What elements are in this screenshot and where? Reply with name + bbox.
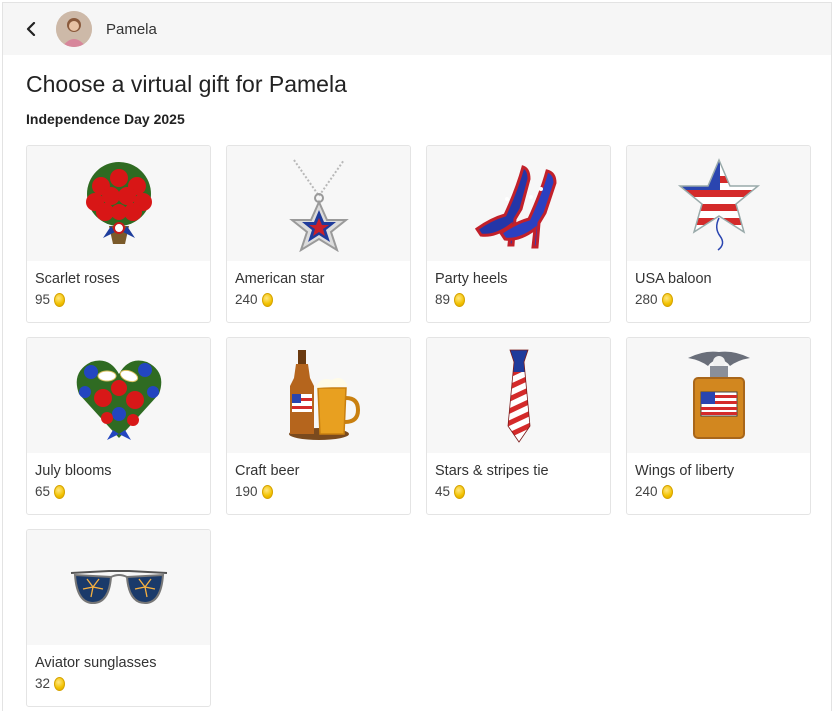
gift-price: 280 — [627, 287, 810, 307]
gift-card[interactable]: July blooms 65 — [26, 337, 211, 515]
gift-image — [427, 146, 610, 261]
gift-card[interactable]: Party heels 89 — [426, 145, 611, 323]
gift-name: Stars & stripes tie — [435, 463, 549, 479]
gift-card[interactable]: Wings of liberty 240 — [626, 337, 811, 515]
top-bar: Pamela — [3, 3, 831, 55]
price-value: 65 — [35, 484, 51, 499]
gift-price: 240 — [227, 287, 410, 307]
gift-price: 190 — [227, 479, 410, 499]
gift-image — [27, 146, 210, 261]
star-pendant-icon — [288, 158, 349, 252]
gift-price: 32 — [27, 671, 210, 691]
gift-price: 89 — [427, 287, 610, 307]
gift-grid: Scarlet roses 95 American star 240 Party… — [26, 145, 811, 707]
avatar[interactable] — [56, 11, 92, 47]
gift-name: Wings of liberty — [635, 463, 735, 479]
gift-name: Scarlet roses — [35, 271, 120, 287]
coin-icon — [54, 676, 66, 691]
gift-price: 65 — [27, 479, 210, 499]
coin-icon — [54, 484, 66, 499]
price-value: 32 — [35, 676, 51, 691]
price-value: 89 — [435, 292, 451, 307]
gift-price: 240 — [627, 479, 810, 499]
gift-image — [27, 338, 210, 453]
gift-price: 95 — [27, 287, 210, 307]
coin-icon — [261, 484, 273, 499]
sunglasses-icon — [70, 569, 167, 604]
gift-image — [427, 338, 610, 453]
gift-dialog: Pamela Choose a virtual gift for Pamela … — [2, 2, 832, 711]
gift-image — [27, 530, 210, 645]
gift-image — [627, 146, 810, 261]
coin-icon — [661, 484, 673, 499]
chevron-left-icon — [26, 22, 36, 36]
tie-icon — [507, 349, 530, 443]
price-value: 95 — [35, 292, 51, 307]
gift-card[interactable]: Craft beer 190 — [226, 337, 411, 515]
page-title: Choose a virtual gift for Pamela — [26, 71, 347, 97]
section-title: Independence Day 2025 — [26, 111, 185, 127]
price-value: 280 — [635, 292, 658, 307]
price-value: 240 — [635, 484, 658, 499]
coin-icon — [454, 484, 466, 499]
gift-card[interactable]: American star 240 — [226, 145, 411, 323]
gift-name: Craft beer — [235, 463, 300, 479]
coin-icon — [261, 292, 273, 307]
gift-price: 45 — [427, 479, 610, 499]
user-name[interactable]: Pamela — [106, 21, 157, 38]
gift-card[interactable]: Scarlet roses 95 — [26, 145, 211, 323]
coin-icon — [54, 292, 66, 307]
gift-name: Aviator sunglasses — [35, 655, 157, 671]
heart-bouquet-icon — [76, 360, 161, 440]
perfume-icon — [687, 351, 750, 439]
roses-bouquet-icon — [85, 161, 152, 244]
gift-name: July blooms — [35, 463, 112, 479]
coin-icon — [454, 292, 466, 307]
price-value: 240 — [235, 292, 258, 307]
heels-icon — [474, 164, 557, 248]
gift-name: American star — [235, 271, 325, 287]
price-value: 190 — [235, 484, 258, 499]
gift-card[interactable]: Aviator sunglasses 32 — [26, 529, 211, 707]
gift-image — [627, 338, 810, 453]
star-balloon-icon — [677, 157, 760, 251]
price-value: 45 — [435, 484, 451, 499]
coin-icon — [661, 292, 673, 307]
back-button[interactable] — [21, 19, 41, 39]
gift-image — [227, 338, 410, 453]
gift-image — [227, 146, 410, 261]
gift-card[interactable]: USA baloon 280 — [626, 145, 811, 323]
gift-name: USA baloon — [635, 271, 712, 287]
beer-icon — [288, 349, 360, 440]
gift-name: Party heels — [435, 271, 508, 287]
gift-card[interactable]: Stars & stripes tie 45 — [426, 337, 611, 515]
